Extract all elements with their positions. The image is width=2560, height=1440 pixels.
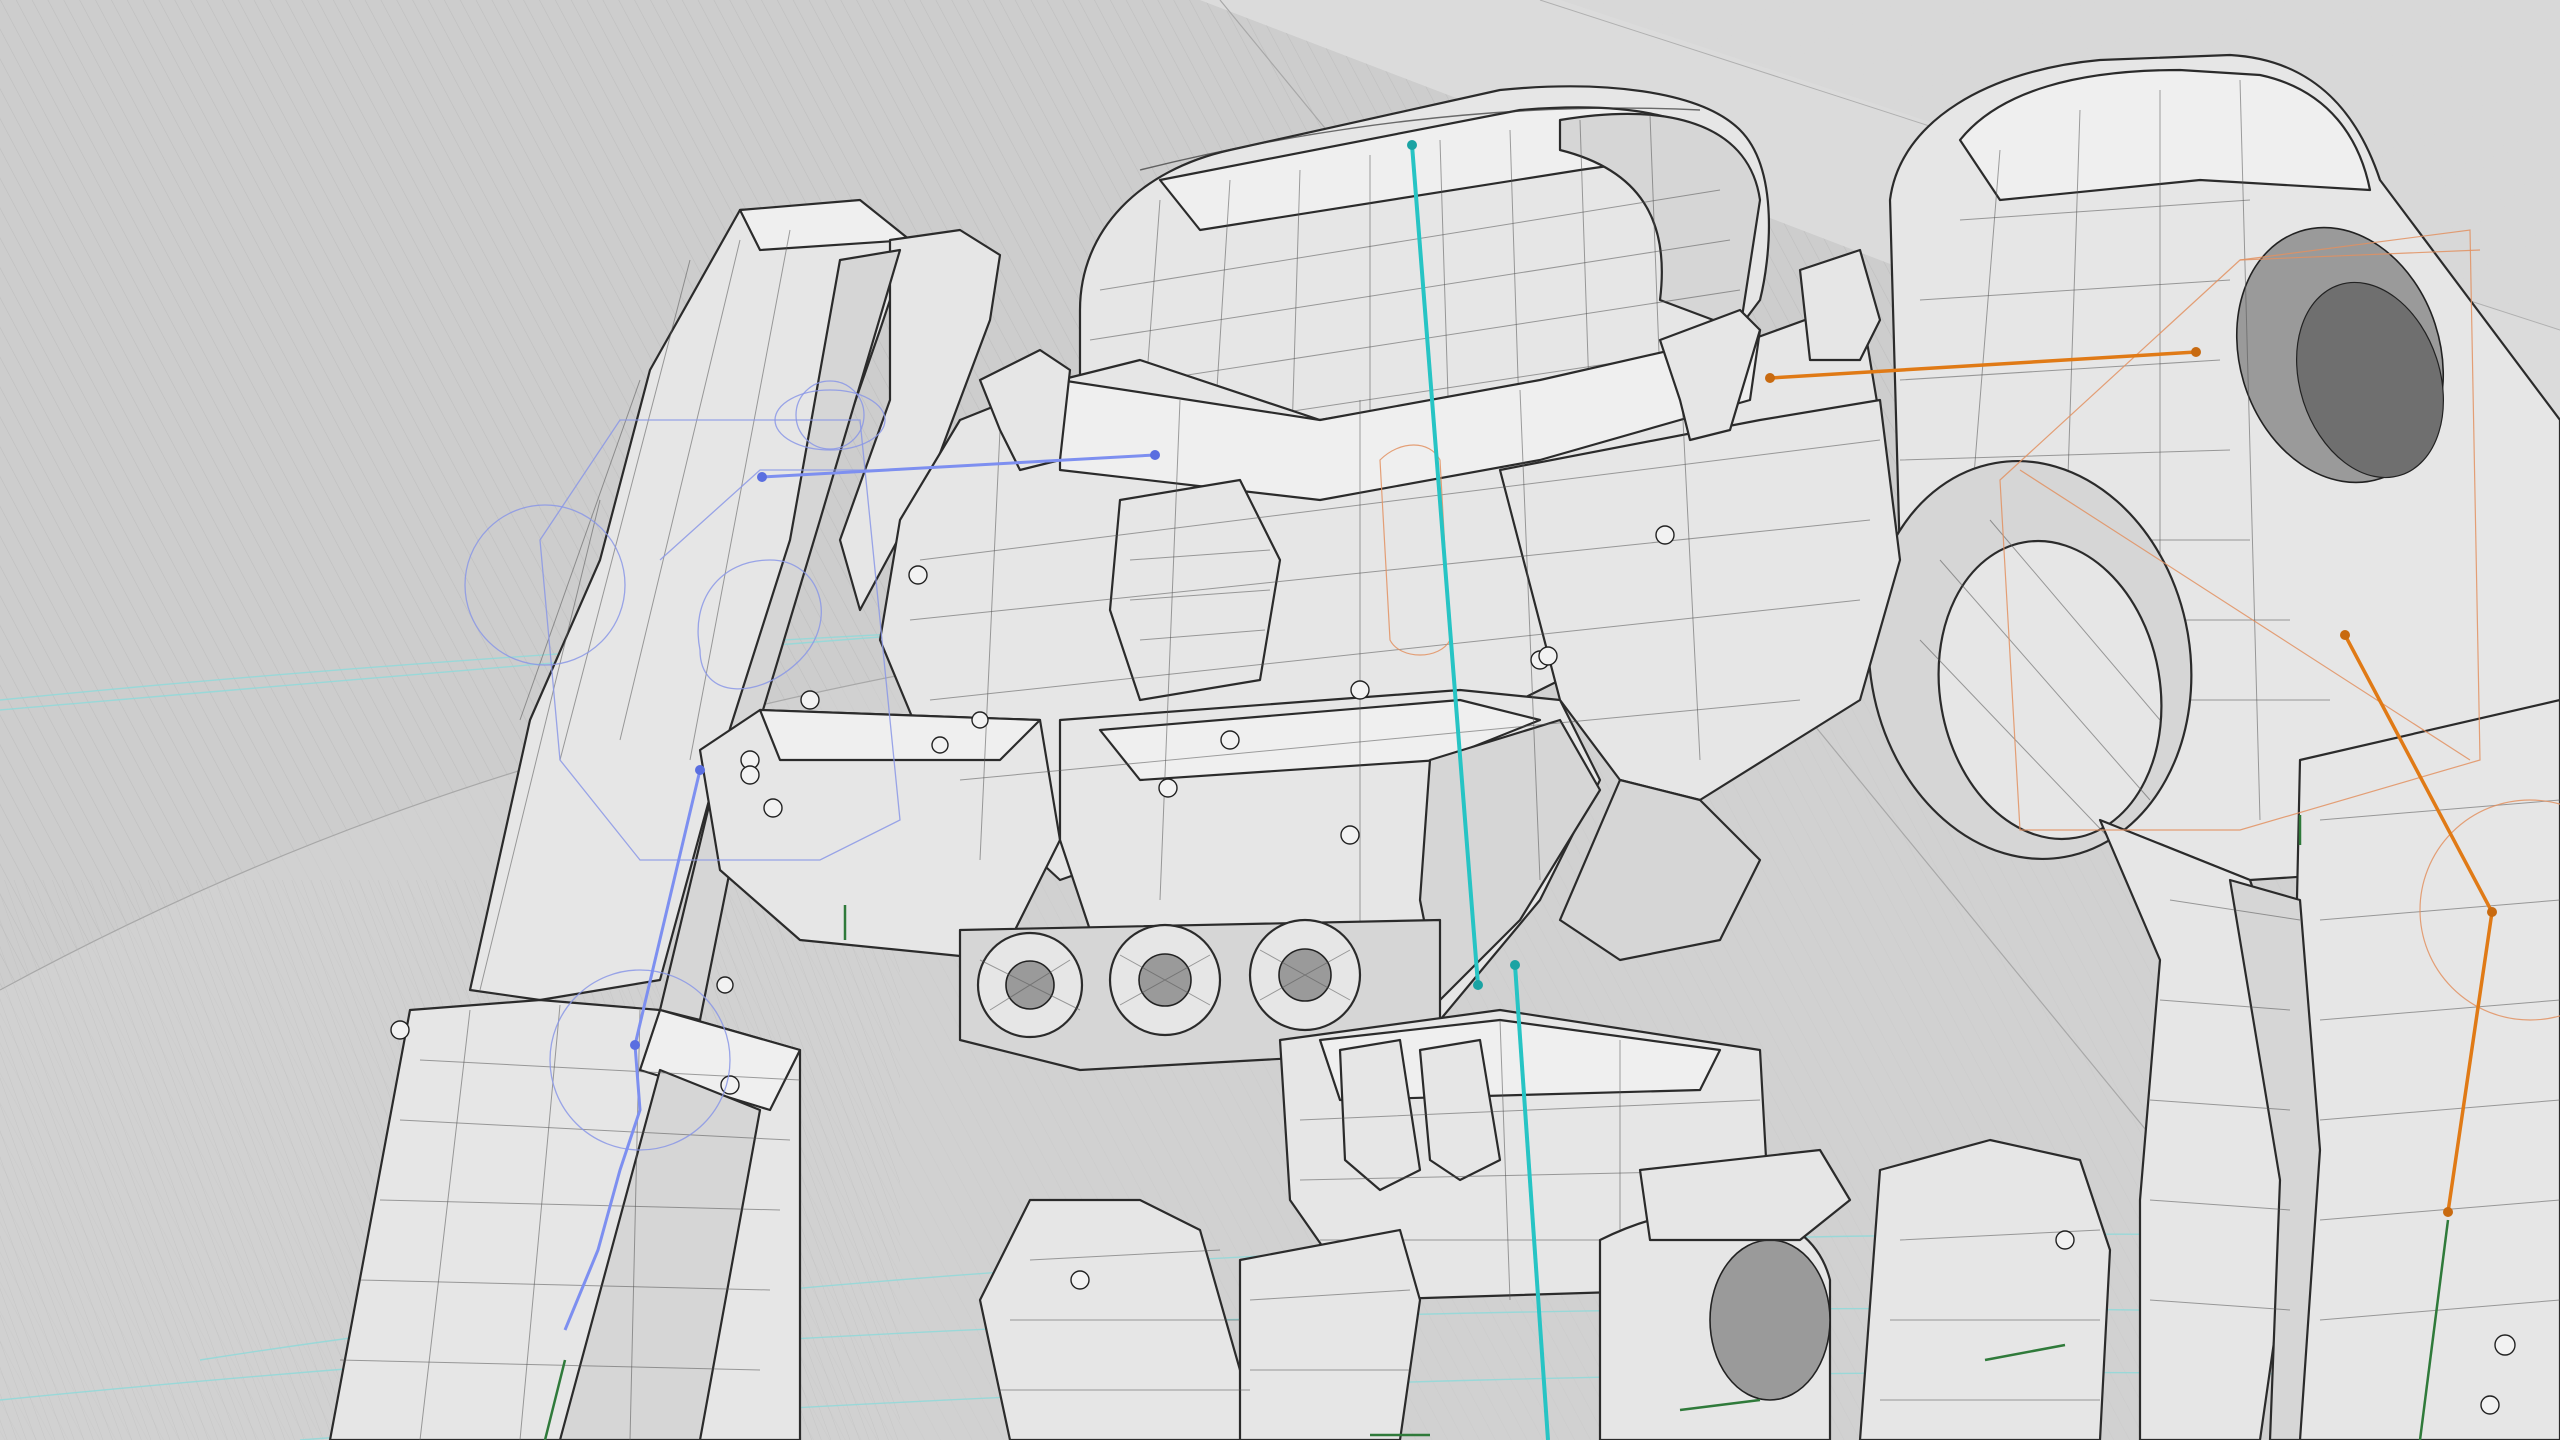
3d-viewport[interactable] <box>0 0 2560 1440</box>
